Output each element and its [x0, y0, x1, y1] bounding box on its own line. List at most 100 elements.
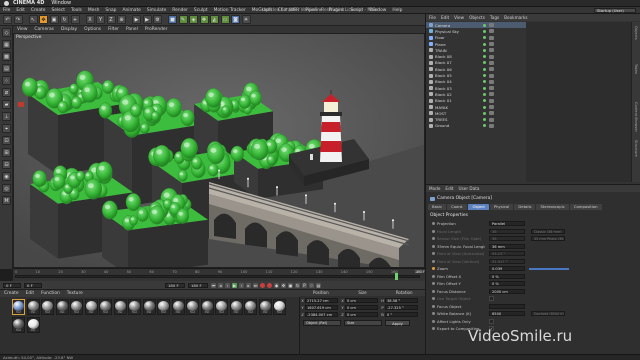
- planar-workplane-icon[interactable]: ⊟: [2, 160, 11, 169]
- app-menu-item[interactable]: Edit: [16, 8, 25, 13]
- attribute-checkbox[interactable]: [489, 318, 494, 324]
- attribute-preset-dropdown[interactable]: Classic (36 mm): [531, 228, 565, 234]
- timeline-icon[interactable]: ▤: [316, 282, 321, 288]
- attribute-value-field[interactable]: 36: [489, 228, 525, 234]
- visibility-dot-icon[interactable]: [483, 111, 486, 115]
- tag-icon[interactable]: [489, 23, 494, 28]
- position-field[interactable]: 1607.619 cm: [305, 304, 338, 310]
- tag-icon[interactable]: [489, 98, 494, 103]
- material-swatch[interactable]: Mat: [215, 299, 228, 315]
- material-swatch[interactable]: Mat: [200, 299, 214, 315]
- viewport-menu-item[interactable]: Options: [84, 27, 101, 32]
- deformer-icon[interactable]: ◭: [210, 15, 219, 24]
- y-axis-lock-icon[interactable]: Y: [96, 15, 105, 24]
- attribute-tab[interactable]: Composition: [569, 204, 602, 210]
- z-axis-lock-icon[interactable]: Z: [106, 15, 116, 24]
- object-menu-item[interactable]: Bookmarks: [504, 15, 527, 20]
- visibility-dot-icon[interactable]: [483, 92, 486, 96]
- parameter-key-icon[interactable]: P: [302, 282, 307, 288]
- scale-tool-icon[interactable]: ▣: [49, 15, 59, 24]
- tag-icon[interactable]: [489, 60, 494, 65]
- render-settings-icon[interactable]: ⚙: [153, 15, 162, 24]
- visibility-dot-icon[interactable]: [483, 105, 486, 109]
- keyframe-dot-icon[interactable]: [432, 267, 435, 271]
- autokey-icon[interactable]: [267, 282, 272, 288]
- next-frame-icon[interactable]: ›: [239, 282, 244, 288]
- keyframe-dot-icon[interactable]: [432, 312, 435, 316]
- floor-icon[interactable]: ▭: [220, 15, 230, 24]
- material-swatch[interactable]: Mat: [244, 299, 257, 315]
- texture-mode-icon[interactable]: ▩: [2, 52, 11, 61]
- axis-mode-icon[interactable]: ⊥: [2, 112, 11, 121]
- material-swatch[interactable]: Mat: [26, 316, 40, 333]
- object-menu-item[interactable]: Edit: [441, 15, 449, 20]
- visibility-dot-icon[interactable]: [483, 29, 486, 33]
- object-menu-item[interactable]: View: [454, 15, 464, 20]
- app-menu-item[interactable]: Select: [51, 8, 65, 13]
- viewport-solo-icon[interactable]: ◎: [2, 184, 11, 193]
- visibility-dot-icon[interactable]: [483, 23, 486, 27]
- material-menu-item[interactable]: Function: [41, 291, 60, 296]
- visibility-dot-icon[interactable]: [483, 67, 486, 71]
- keyframe-dot-icon[interactable]: [432, 327, 435, 331]
- timeline[interactable]: 0 10 20 30 40 50 60 70 80 90 100 110 120 130 140 150 160…: [13, 268, 425, 281]
- viewport-menu-item[interactable]: Filter: [108, 27, 119, 32]
- attribute-value-field[interactable]: 0 %: [489, 281, 525, 287]
- material-swatch[interactable]: Mat: [84, 299, 98, 315]
- size-field[interactable]: 0 cm: [345, 304, 378, 310]
- select-tool-icon[interactable]: ↖: [28, 15, 38, 24]
- material-swatch[interactable]: Mat: [113, 299, 127, 315]
- attribute-value-field[interactable]: 2000 cm: [489, 288, 525, 294]
- attribute-checkbox[interactable]: [489, 296, 494, 302]
- start-frame-field[interactable]: 0 F: [3, 282, 21, 288]
- visibility-dot-icon[interactable]: [483, 118, 486, 122]
- material-swatch[interactable]: Mat: [12, 316, 25, 333]
- scale-key-icon[interactable]: ▣: [288, 282, 293, 288]
- material-swatch[interactable]: Mat: [186, 299, 199, 315]
- keyframe-dot-icon[interactable]: [432, 229, 435, 233]
- visibility-dot-icon[interactable]: [483, 55, 486, 59]
- solo-icon[interactable]: ◉: [2, 172, 11, 181]
- attribute-preset-dropdown[interactable]: Daylight (6500 K): [531, 311, 565, 317]
- material-swatch[interactable]: Mat: [41, 299, 54, 315]
- render-picture-viewer-icon[interactable]: ▶: [142, 15, 152, 24]
- points-mode-icon[interactable]: ⁘: [2, 76, 11, 85]
- menu-window[interactable]: Window: [51, 0, 71, 6]
- go-to-end-icon[interactable]: ⏭: [253, 282, 258, 288]
- app-menu-item[interactable]: Render: [172, 8, 188, 13]
- keyframe-dot-icon[interactable]: [432, 304, 435, 308]
- lock-workplane-icon[interactable]: ⊞: [2, 148, 11, 157]
- coordinate-mode-dropdown[interactable]: Object (Rel): [303, 320, 341, 326]
- app-menu-item[interactable]: File: [3, 8, 10, 13]
- app-menu-item[interactable]: Simulate: [147, 8, 166, 13]
- menu-app-name[interactable]: CINEMA 4D: [13, 0, 44, 6]
- material-swatch[interactable]: Mat: [258, 299, 272, 315]
- size-mode-dropdown[interactable]: Size: [344, 320, 382, 326]
- attribute-value-field[interactable]: 6500: [489, 311, 525, 317]
- tag-icon[interactable]: [489, 67, 494, 72]
- attribute-value-field[interactable]: 0.039: [489, 266, 525, 272]
- python-icon[interactable]: ⌘: [2, 196, 11, 205]
- attribute-tab[interactable]: Coord.: [447, 204, 468, 210]
- material-swatch[interactable]: Mat: [142, 299, 156, 315]
- camera-icon[interactable]: ◙: [231, 15, 240, 24]
- material-swatch[interactable]: Mat: [229, 299, 243, 315]
- record-icon[interactable]: [260, 282, 265, 288]
- app-menu-item[interactable]: Sculpt: [194, 8, 208, 13]
- tag-icon[interactable]: [489, 48, 494, 53]
- cloner-icon[interactable]: ❖: [199, 15, 209, 24]
- position-field[interactable]: 2715.27 cm: [305, 297, 338, 303]
- tag-icon[interactable]: [489, 117, 494, 122]
- keyframe-dot-icon[interactable]: [432, 259, 435, 263]
- attribute-value-field[interactable]: [489, 303, 525, 309]
- tag-icon[interactable]: [489, 105, 494, 109]
- object-menu-item[interactable]: Tags: [490, 15, 499, 20]
- keyframe-dot-icon[interactable]: [432, 319, 435, 323]
- attribute-menu-item[interactable]: Mode: [429, 186, 440, 191]
- keyframe-dot-icon[interactable]: [432, 297, 435, 301]
- attribute-value-field[interactable]: Parallel: [489, 221, 525, 227]
- edges-mode-icon[interactable]: ⧄: [2, 88, 11, 97]
- material-swatch[interactable]: Mat: [273, 299, 286, 315]
- tag-icon[interactable]: [489, 73, 494, 78]
- next-key-icon[interactable]: ▸: [246, 282, 251, 288]
